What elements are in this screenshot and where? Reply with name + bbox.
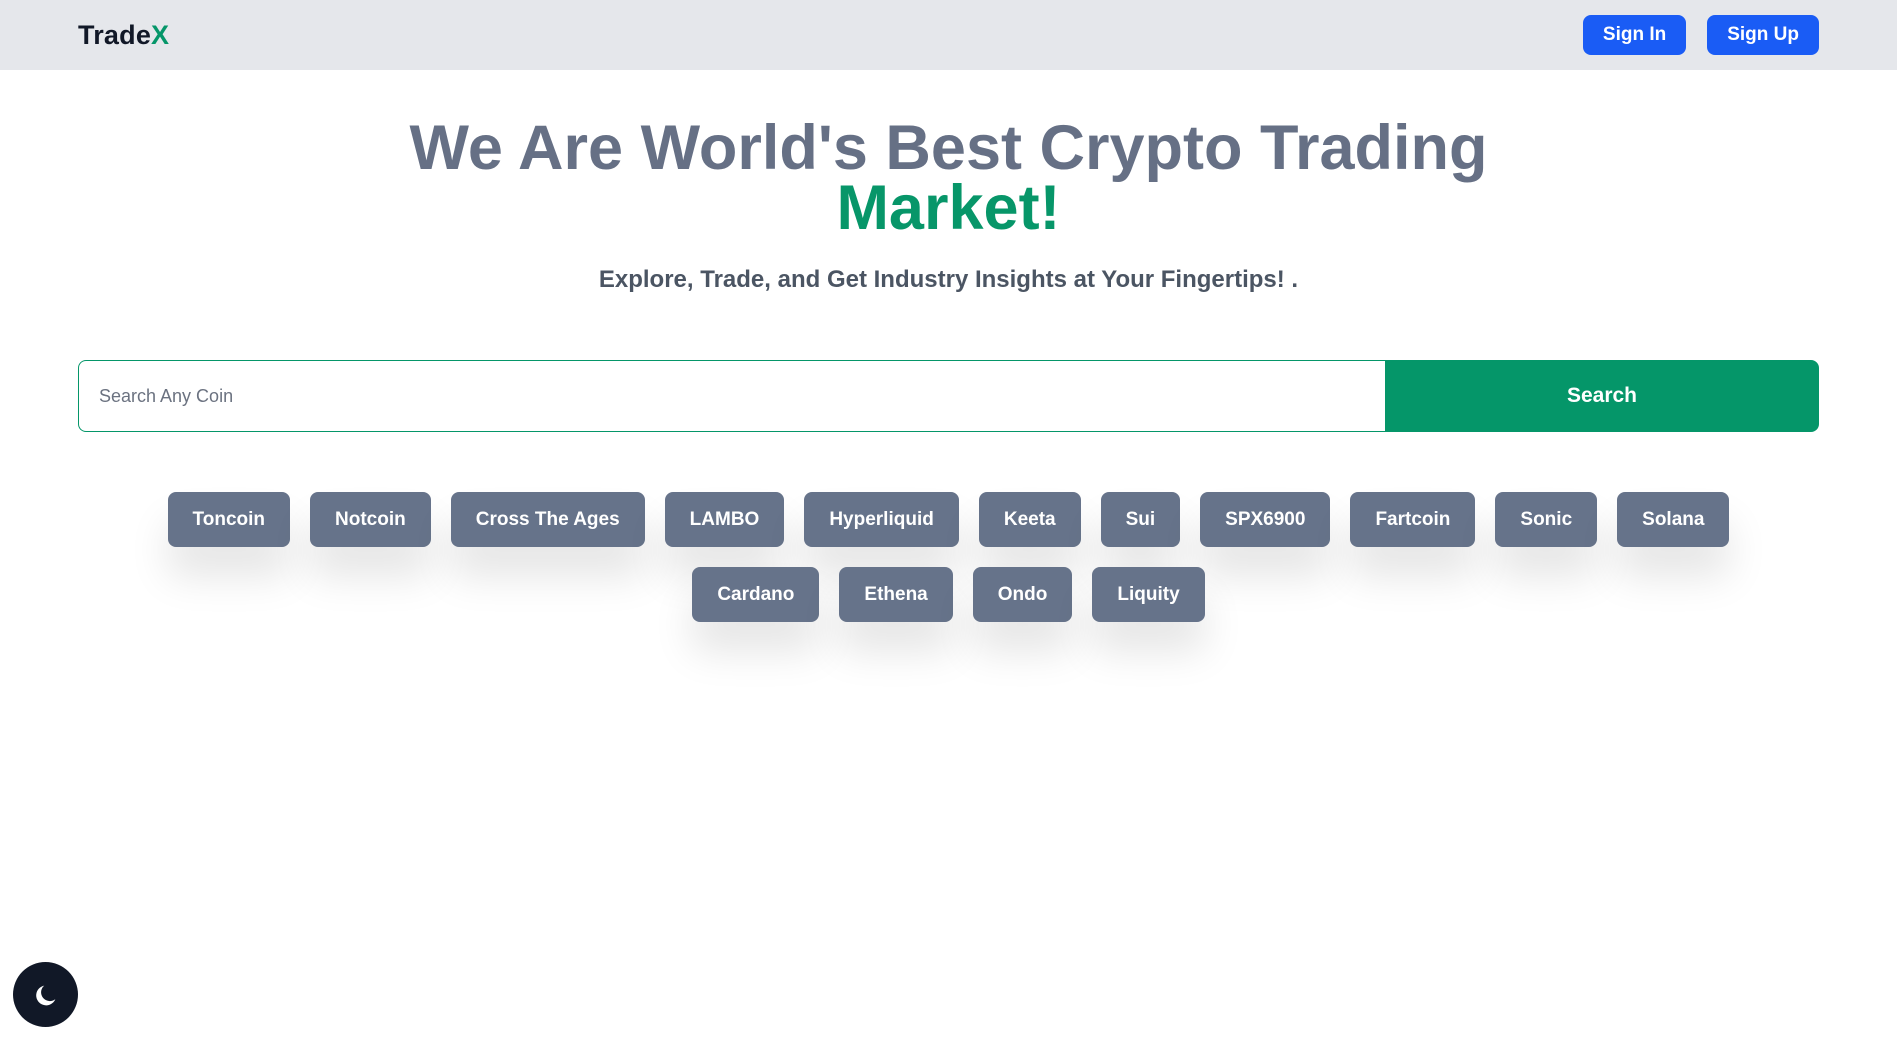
coin-list: Toncoin Notcoin Cross The Ages LAMBO Hyp… (0, 492, 1897, 622)
coin-row-1: Toncoin Notcoin Cross The Ages LAMBO Hyp… (167, 492, 1730, 547)
search-button[interactable]: Search (1385, 360, 1819, 432)
search-bar: Search (78, 360, 1819, 432)
coin-chip-fartcoin[interactable]: Fartcoin (1350, 492, 1476, 547)
coin-chip-solana[interactable]: Solana (1617, 492, 1730, 547)
search-input[interactable] (78, 360, 1385, 432)
coin-chip-sui[interactable]: Sui (1100, 492, 1181, 547)
hero-title: We Are World's Best Crypto Trading Marke… (0, 117, 1897, 243)
navbar: TradeX Sign In Sign Up (0, 0, 1897, 70)
coin-chip-sonic[interactable]: Sonic (1495, 492, 1598, 547)
coin-chip-cardano[interactable]: Cardano (692, 567, 820, 622)
coin-chip-keeta[interactable]: Keeta (978, 492, 1081, 547)
moon-icon (35, 985, 55, 1005)
theme-toggle-button[interactable] (13, 962, 78, 1027)
coin-row-2: Cardano Ethena Ondo Liquity (692, 567, 1205, 622)
coin-chip-lambo[interactable]: LAMBO (664, 492, 785, 547)
coin-chip-ethena[interactable]: Ethena (839, 567, 953, 622)
coin-chip-notcoin[interactable]: Notcoin (310, 492, 431, 547)
coin-chip-cross-the-ages[interactable]: Cross The Ages (450, 492, 645, 547)
hero-title-highlight: Market! (836, 173, 1061, 243)
auth-buttons: Sign In Sign Up (1582, 15, 1819, 55)
logo-accent: X (151, 19, 170, 50)
sign-up-button[interactable]: Sign Up (1707, 15, 1819, 55)
logo[interactable]: TradeX (78, 20, 169, 51)
coin-chip-ondo[interactable]: Ondo (972, 567, 1073, 622)
sign-in-button[interactable]: Sign In (1582, 15, 1687, 55)
hero: We Are World's Best Crypto Trading Marke… (0, 117, 1897, 294)
coin-chip-liquity[interactable]: Liquity (1092, 567, 1205, 622)
coin-chip-toncoin[interactable]: Toncoin (167, 492, 290, 547)
hero-subtitle: Explore, Trade, and Get Industry Insight… (598, 266, 1299, 293)
logo-main: Trade (78, 19, 152, 50)
coin-chip-hyperliquid[interactable]: Hyperliquid (804, 492, 959, 547)
coin-chip-spx6900[interactable]: SPX6900 (1200, 492, 1331, 547)
